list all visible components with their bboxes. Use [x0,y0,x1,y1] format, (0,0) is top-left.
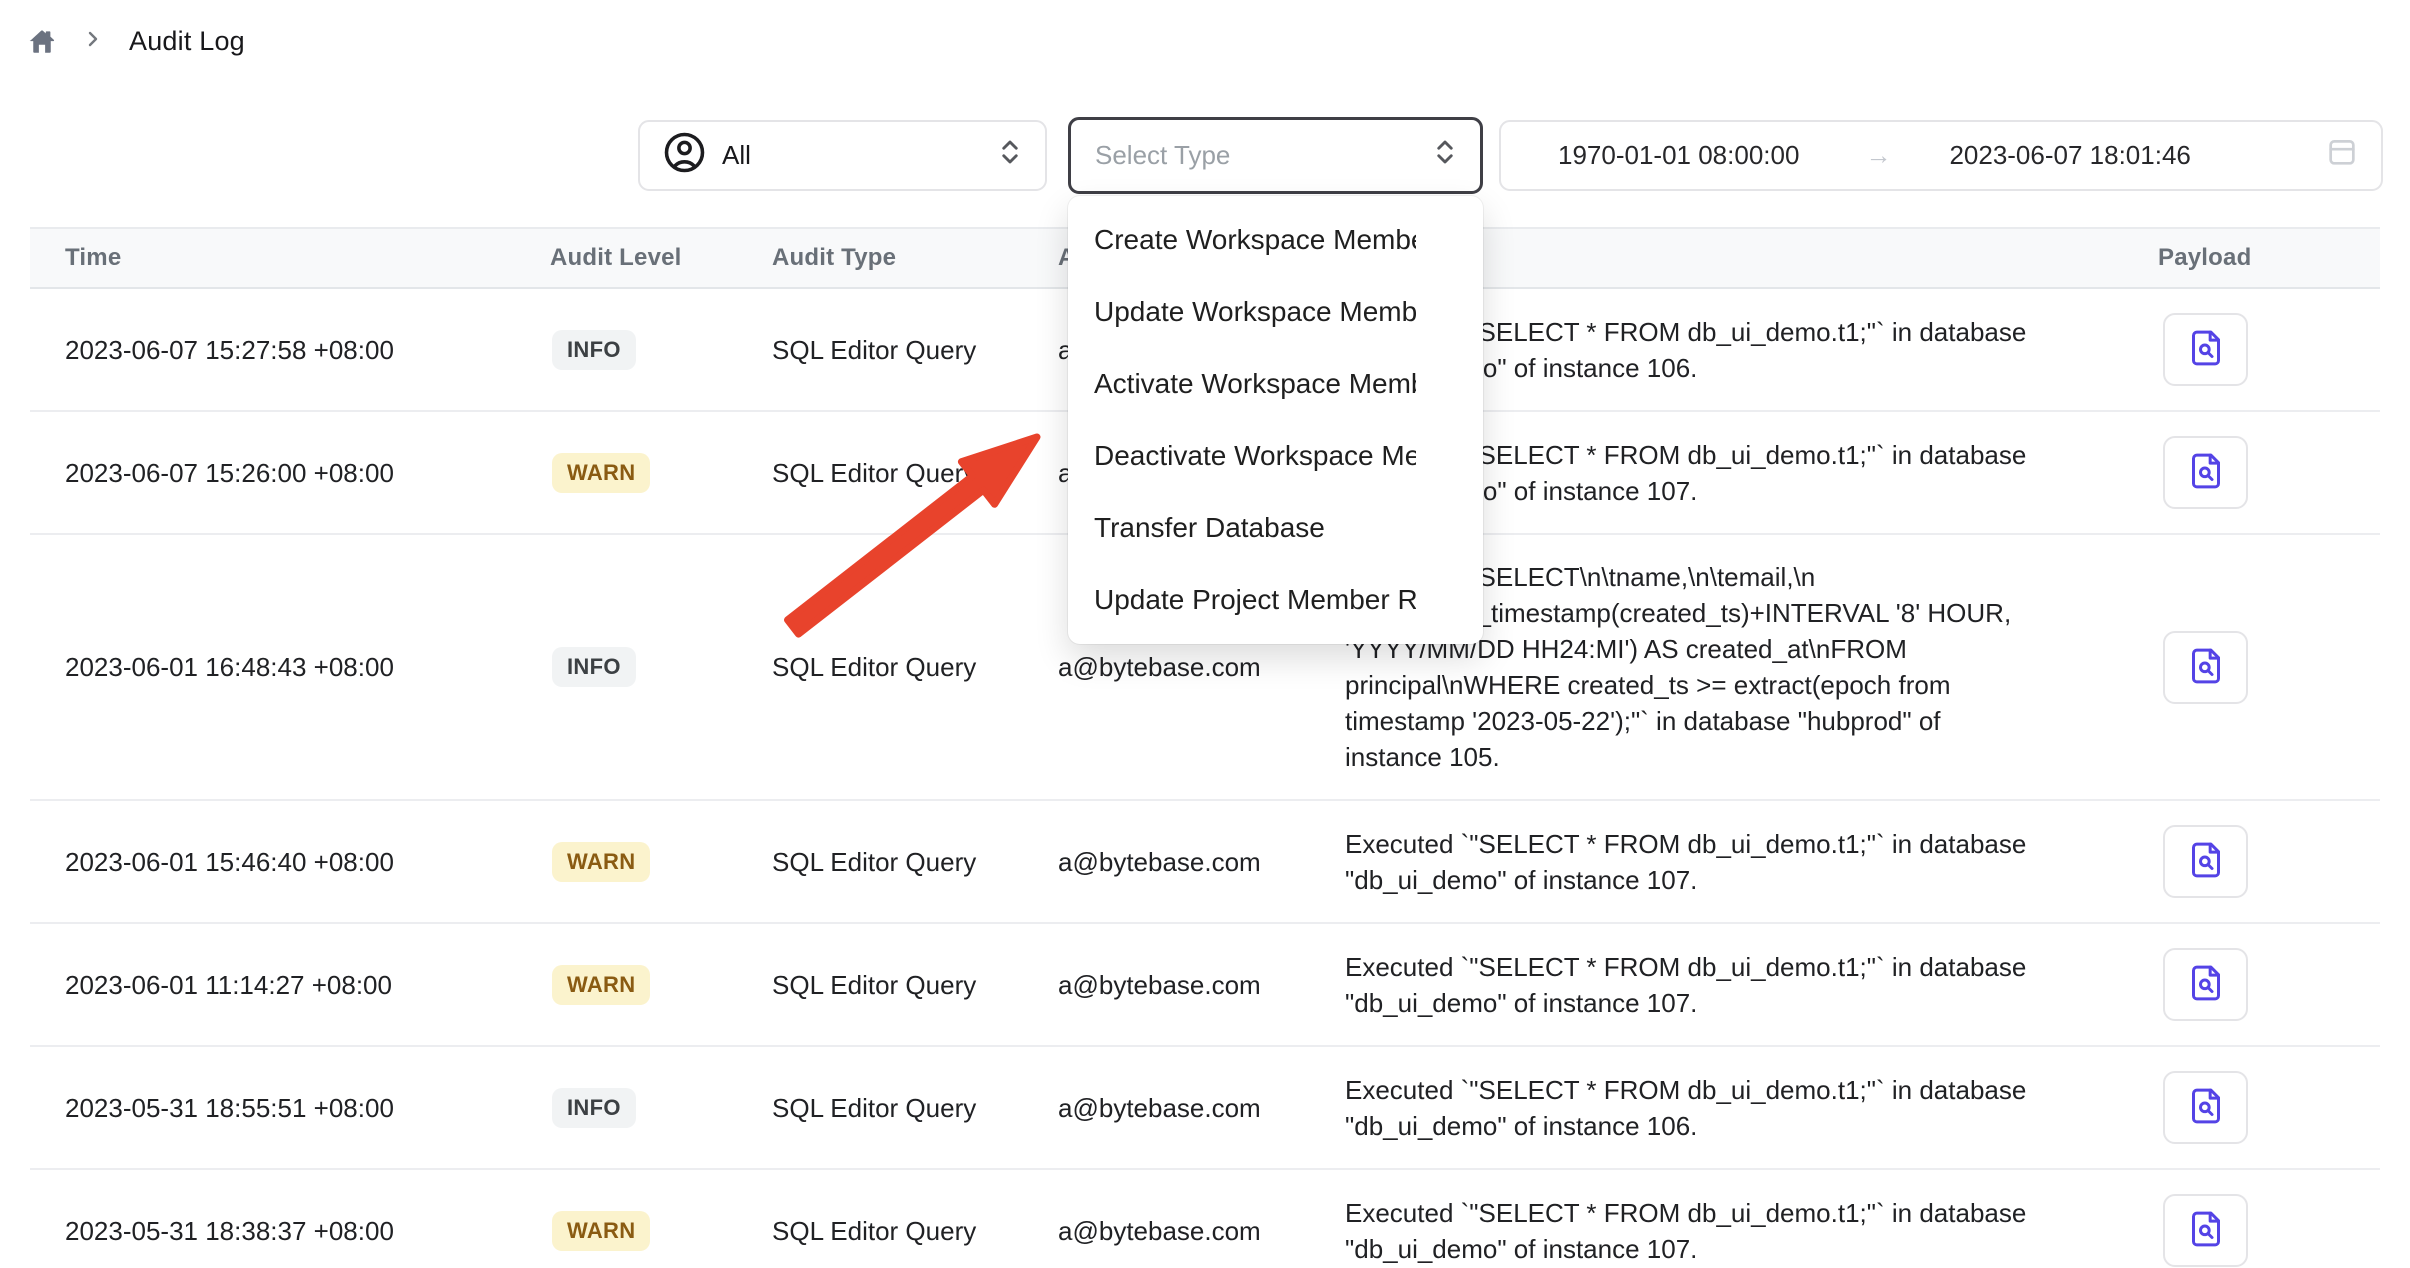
audit-type-cell: SQL Editor Query [772,455,1058,491]
actor-cell: a@bytebase.com [1058,1090,1345,1126]
comment-cell: Executed `"SELECT * FROM db_ui_demo.t1;"… [1345,826,2158,898]
file-search-icon [2186,328,2226,371]
type-filter-placeholder: Select Type [1095,140,1230,171]
payload-view-button[interactable] [2163,313,2248,386]
type-menu-item[interactable]: Update Project Member Role [1068,564,1483,636]
time-cell: 2023-06-01 11:14:27 +08:00 [30,967,550,1003]
payload-view-button[interactable] [2163,1194,2248,1267]
comment-cell: Executed `"SELECT * FROM db_ui_demo.t1;"… [1345,1072,2158,1144]
column-header-time: Time [30,244,550,272]
audit-type-cell: SQL Editor Query [772,332,1058,368]
actor-cell: a@bytebase.com [1058,967,1345,1003]
actor-filter-select[interactable]: All [638,120,1047,191]
type-menu-item[interactable]: Deactivate Workspace Member [1068,420,1483,492]
breadcrumb-chevron-icon [81,27,105,56]
date-range-end[interactable]: 2023-06-07 18:01:46 [1949,140,2190,171]
chevrons-up-down-icon [995,137,1025,174]
type-menu-item[interactable]: Create Workspace Member [1068,204,1483,276]
file-search-icon [2186,1086,2226,1129]
filter-bar: All Select Type 1970-01-01 08:00:00 → 20… [638,117,2383,194]
user-circle-icon [662,130,707,182]
file-search-icon [2186,451,2226,494]
column-header-payload: Payload [2158,244,2380,272]
type-select-dropdown: Create Workspace Member Update Workspace… [1068,196,1483,644]
home-icon[interactable] [27,27,57,57]
time-cell: 2023-06-01 16:48:43 +08:00 [30,649,550,685]
audit-level-badge: INFO [552,647,636,687]
table-row: 2023-05-31 18:55:51 +08:00 INFO SQL Edit… [30,1047,2380,1170]
actor-cell: a@bytebase.com [1058,649,1345,685]
column-header-audit-type: Audit Type [772,244,1058,272]
time-cell: 2023-05-31 18:55:51 +08:00 [30,1090,550,1126]
comment-cell: Executed `"SELECT * FROM db_ui_demo.t1;"… [1345,949,2158,1021]
time-cell: 2023-06-01 15:46:40 +08:00 [30,844,550,880]
time-cell: 2023-06-07 15:27:58 +08:00 [30,332,550,368]
audit-level-badge: WARN [552,842,650,882]
audit-level-badge: WARN [552,453,650,493]
breadcrumb: Audit Log [27,26,245,57]
audit-type-cell: SQL Editor Query [772,967,1058,1003]
actor-cell: a@bytebase.com [1058,844,1345,880]
column-header-audit-level: Audit Level [550,244,772,272]
date-range-picker[interactable]: 1970-01-01 08:00:00 → 2023-06-07 18:01:4… [1499,120,2383,191]
type-menu-item[interactable]: Transfer Database [1068,492,1483,564]
type-filter-select[interactable]: Select Type [1068,117,1483,194]
chevrons-up-down-icon [1430,137,1460,174]
audit-level-badge: WARN [552,1211,650,1251]
type-menu-item[interactable]: Update Workspace Member [1068,276,1483,348]
time-cell: 2023-06-07 15:26:00 +08:00 [30,455,550,491]
payload-view-button[interactable] [2163,825,2248,898]
table-row: 2023-05-31 18:38:37 +08:00 WARN SQL Edit… [30,1170,2380,1268]
file-search-icon [2186,840,2226,883]
actor-cell: a@bytebase.com [1058,1213,1345,1249]
audit-type-cell: SQL Editor Query [772,1213,1058,1249]
file-search-icon [2186,1209,2226,1252]
audit-type-cell: SQL Editor Query [772,649,1058,685]
payload-view-button[interactable] [2163,631,2248,704]
actor-filter-value: All [722,140,751,171]
file-search-icon [2186,646,2226,689]
comment-cell: Executed `"SELECT * FROM db_ui_demo.t1;"… [1345,1195,2158,1267]
payload-view-button[interactable] [2163,1071,2248,1144]
audit-level-badge: INFO [552,1088,636,1128]
audit-level-badge: WARN [552,965,650,1005]
type-menu-item[interactable]: Activate Workspace Member [1068,348,1483,420]
table-row: 2023-06-01 11:14:27 +08:00 WARN SQL Edit… [30,924,2380,1047]
arrow-right-icon: → [1865,140,1891,171]
audit-level-badge: INFO [552,330,636,370]
table-row: 2023-06-01 15:46:40 +08:00 WARN SQL Edit… [30,801,2380,924]
file-search-icon [2186,963,2226,1006]
page-title: Audit Log [129,26,245,57]
time-cell: 2023-05-31 18:38:37 +08:00 [30,1213,550,1249]
audit-type-cell: SQL Editor Query [772,844,1058,880]
date-range-start[interactable]: 1970-01-01 08:00:00 [1558,140,1799,171]
payload-view-button[interactable] [2163,948,2248,1021]
calendar-icon [2325,135,2359,176]
payload-view-button[interactable] [2163,436,2248,509]
audit-type-cell: SQL Editor Query [772,1090,1058,1126]
